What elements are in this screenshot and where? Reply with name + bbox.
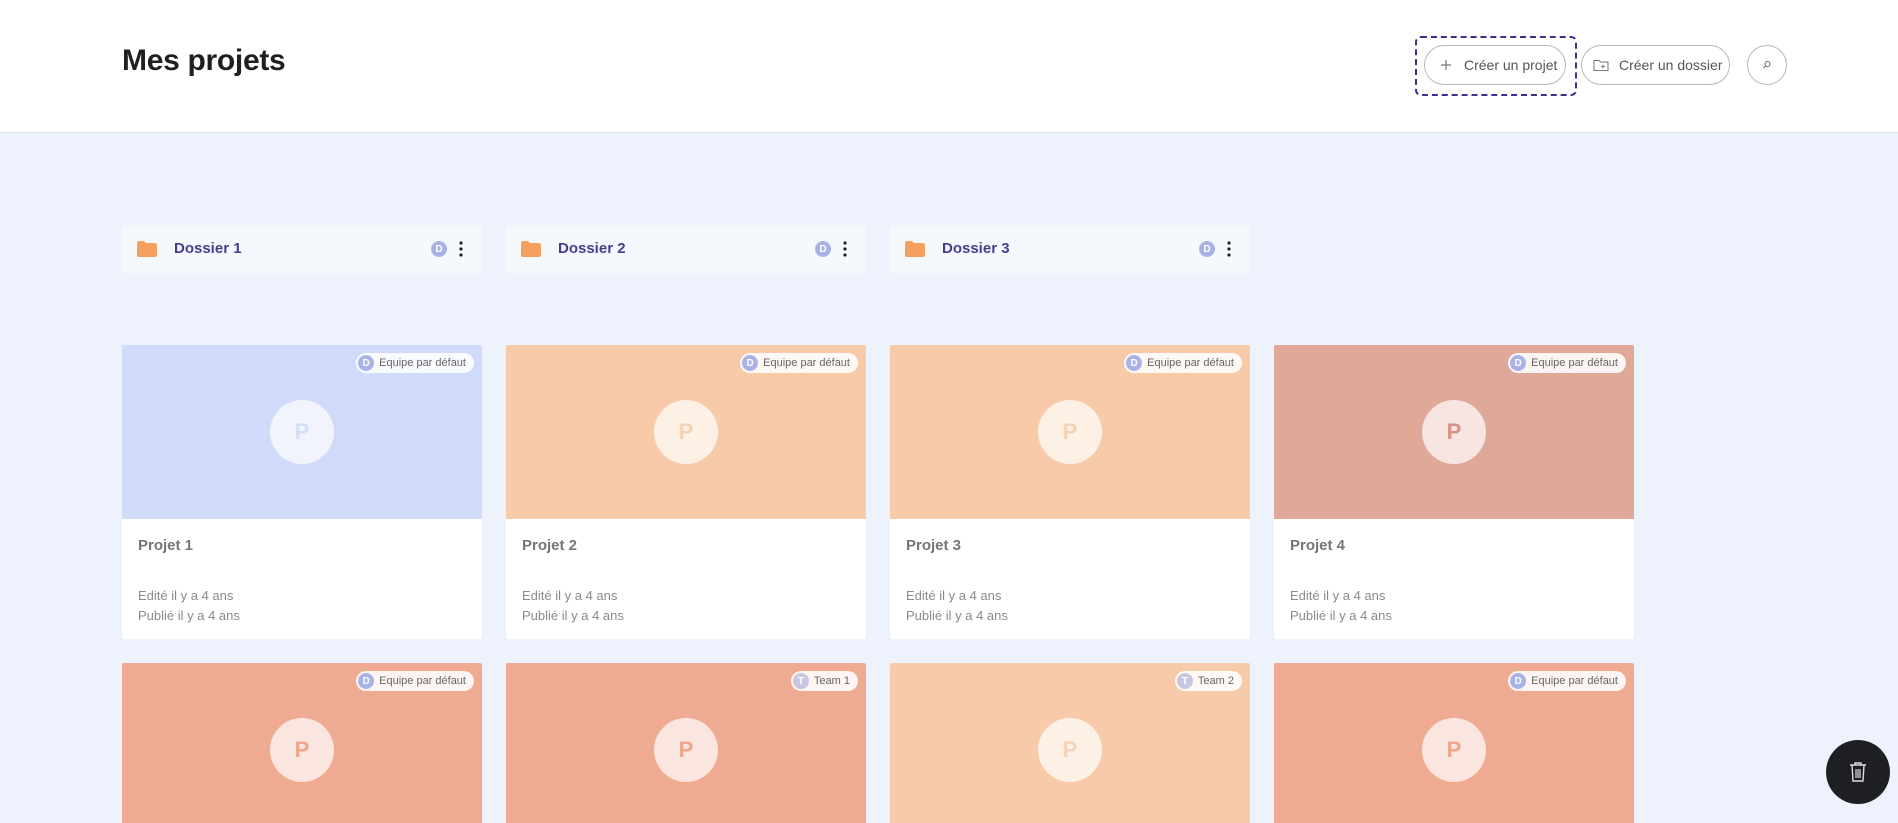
project-thumbnail: D Equipe par défaut P xyxy=(122,663,482,823)
team-name: Equipe par défaut xyxy=(763,357,850,369)
project-thumbnail: D Equipe par défaut P xyxy=(506,345,866,519)
more-vertical-icon[interactable] xyxy=(1223,239,1235,259)
project-card[interactable]: D Equipe par défaut P Projet 2 Edité il y… xyxy=(506,345,866,639)
team-badge: D xyxy=(1510,673,1527,689)
team-badge: T xyxy=(1176,673,1193,689)
search-button[interactable] xyxy=(1747,45,1787,85)
create-project-button[interactable]: Créer un projet xyxy=(1415,36,1577,96)
more-vertical-icon[interactable] xyxy=(455,239,467,259)
team-chip: D Equipe par défaut xyxy=(356,353,474,373)
team-badge: T xyxy=(792,673,809,689)
header: Mes projets Créer un projet Créer un dos… xyxy=(0,0,1898,133)
project-thumbnail: D Equipe par défaut P xyxy=(1274,663,1634,823)
folder-card[interactable]: Dossier 3 D xyxy=(890,225,1250,273)
team-badge: D xyxy=(1126,355,1143,371)
create-project-label: Créer un projet xyxy=(1464,57,1558,73)
page-title: Mes projets xyxy=(122,44,286,77)
trash-button[interactable] xyxy=(1826,740,1890,804)
trash-icon xyxy=(1850,762,1866,782)
project-avatar: P xyxy=(270,718,334,782)
team-chip: T Team 1 xyxy=(790,671,858,691)
team-badge: D xyxy=(431,241,447,257)
folder-add-icon xyxy=(1593,57,1609,73)
published-date: Publié il y a 4 ans xyxy=(1290,608,1392,623)
folder-icon xyxy=(137,241,157,257)
project-name: Projet 1 xyxy=(138,537,194,554)
team-name: Team 1 xyxy=(813,675,850,687)
project-avatar: P xyxy=(270,400,334,464)
team-name: Equipe par défaut xyxy=(379,357,466,369)
team-badge: D xyxy=(358,355,375,371)
folder-card[interactable]: Dossier 1 D xyxy=(122,225,482,273)
team-name: Team 2 xyxy=(1197,675,1234,687)
project-card[interactable]: D Equipe par défaut P Projet 4 Edité il y… xyxy=(1274,345,1634,639)
team-name: Equipe par défaut xyxy=(1531,675,1618,687)
team-badge: D xyxy=(815,241,831,257)
team-badge: D xyxy=(1510,355,1527,371)
more-vertical-icon[interactable] xyxy=(839,239,851,259)
plus-icon xyxy=(1438,57,1454,73)
team-chip: D Equipe par défaut xyxy=(1124,353,1242,373)
project-thumbnail: D Equipe par défaut P xyxy=(1274,345,1634,519)
team-name: Equipe par défaut xyxy=(1147,357,1234,369)
team-chip: T Team 2 xyxy=(1174,671,1242,691)
project-card[interactable]: T Team 2 P xyxy=(890,663,1250,823)
project-avatar: P xyxy=(1422,718,1486,782)
edited-date: Edité il y a 4 ans xyxy=(906,588,1002,603)
team-chip: D Equipe par défaut xyxy=(356,671,474,691)
team-badge: D xyxy=(358,673,375,689)
project-thumbnail: D Equipe par défaut P xyxy=(122,345,482,519)
edited-date: Edité il y a 4 ans xyxy=(138,588,234,603)
project-avatar: P xyxy=(1038,400,1102,464)
project-thumbnail: T Team 1 P xyxy=(506,663,866,823)
create-folder-button[interactable]: Créer un dossier xyxy=(1581,45,1730,85)
folder-name: Dossier 1 xyxy=(174,240,242,257)
project-card[interactable]: D Equipe par défaut P Projet 3 Edité il y… xyxy=(890,345,1250,639)
project-card[interactable]: T Team 1 P xyxy=(506,663,866,823)
create-folder-label: Créer un dossier xyxy=(1619,57,1723,73)
project-avatar: P xyxy=(654,718,718,782)
project-card[interactable]: D Equipe par défaut P Projet 1 Edité il y… xyxy=(122,345,482,639)
team-badge: D xyxy=(742,355,759,371)
team-chip: D Equipe par défaut xyxy=(740,353,858,373)
project-card[interactable]: D Equipe par défaut P xyxy=(1274,663,1634,823)
folder-card[interactable]: Dossier 2 D xyxy=(506,225,866,273)
folder-name: Dossier 2 xyxy=(558,240,626,257)
project-thumbnail: D Equipe par défaut P xyxy=(890,345,1250,519)
project-avatar: P xyxy=(1038,718,1102,782)
edited-date: Edité il y a 4 ans xyxy=(522,588,618,603)
team-name: Equipe par défaut xyxy=(1531,357,1618,369)
project-name: Projet 2 xyxy=(522,537,578,554)
published-date: Publié il y a 4 ans xyxy=(906,608,1008,623)
edited-date: Edité il y a 4 ans xyxy=(1290,588,1386,603)
project-thumbnail: T Team 2 P xyxy=(890,663,1250,823)
project-avatar: P xyxy=(654,400,718,464)
project-name: Projet 4 xyxy=(1290,537,1346,554)
project-card[interactable]: D Equipe par défaut P xyxy=(122,663,482,823)
team-chip: D Equipe par défaut xyxy=(1508,353,1626,373)
team-badge: D xyxy=(1199,241,1215,257)
project-name: Projet 3 xyxy=(906,537,962,554)
folder-name: Dossier 3 xyxy=(942,240,1010,257)
published-date: Publié il y a 4 ans xyxy=(522,608,624,623)
published-date: Publié il y a 4 ans xyxy=(138,608,240,623)
project-avatar: P xyxy=(1422,400,1486,464)
folder-icon xyxy=(521,241,541,257)
team-name: Equipe par défaut xyxy=(379,675,466,687)
folder-icon xyxy=(905,241,925,257)
team-chip: D Equipe par défaut xyxy=(1508,671,1626,691)
search-icon xyxy=(1762,57,1772,73)
